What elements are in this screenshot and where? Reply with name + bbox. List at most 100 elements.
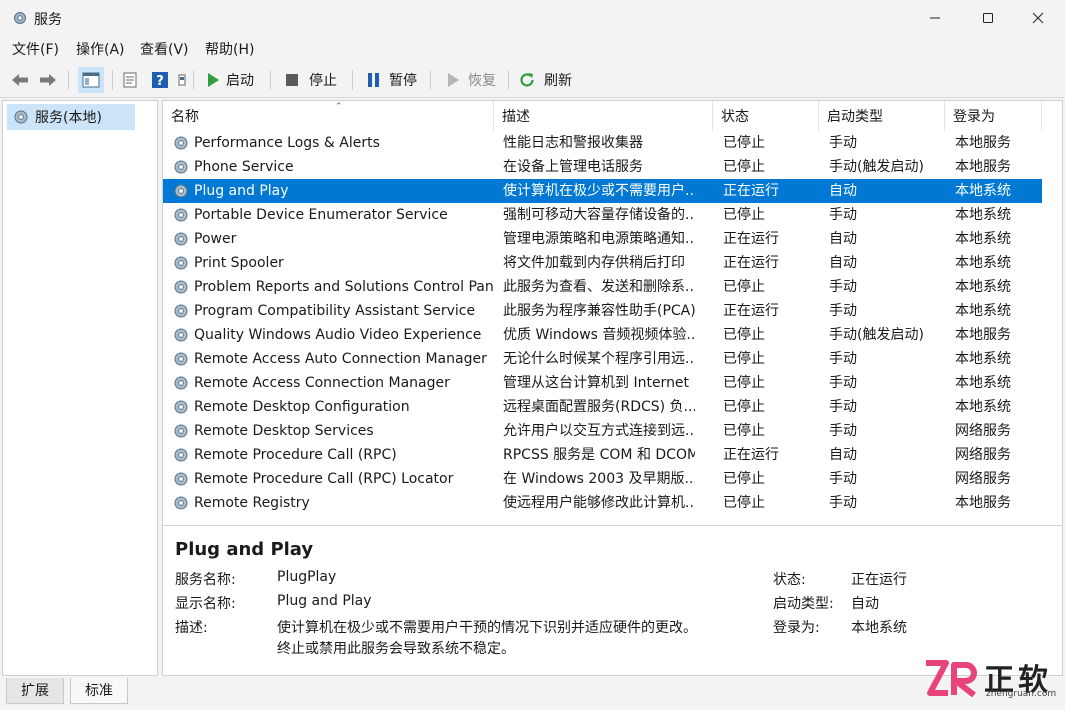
service-status-cell: 已停止 [723,351,765,367]
toolbar-separator [508,70,509,90]
help-button[interactable]: ? [152,62,168,98]
service-gear-icon [174,304,188,318]
pane-divider[interactable] [163,525,1062,526]
service-gear-icon [174,424,188,438]
service-gear-icon [174,136,188,150]
column-header-logon-as[interactable]: 登录为 [945,101,1042,131]
service-name-cell: Print Spooler [194,255,284,271]
toolbar-separator [112,70,113,90]
table-row[interactable]: Print Spooler 将文件加载到内存供稍后打印 正在运行 自动 本地系统 [163,251,1042,275]
table-row[interactable]: Remote Registry 使远程用户能够修改此计算机... 已停止 手动 本地服务 [163,491,1042,515]
column-header-name[interactable]: 名称 [163,101,494,131]
close-icon [1032,12,1044,24]
service-description-cell: RPCSS 服务是 COM 和 DCOM... [503,447,695,463]
table-row[interactable]: Remote Procedure Call (RPC) RPCSS 服务是 COM… [163,443,1042,467]
stop-label: 停止 [309,73,337,89]
service-name-cell: Performance Logs & Alerts [194,135,380,151]
service-status-cell: 已停止 [723,399,765,415]
startup-type-label: 启动类型: [773,596,834,612]
status-value: 正在运行 [851,572,907,588]
service-status-cell: 已停止 [723,327,765,343]
resume-icon [448,73,459,87]
service-gear-icon [174,184,188,198]
table-row[interactable]: Performance Logs & Alerts 性能日志和警报收集器 已停止 手动… [163,131,1042,155]
menu-action[interactable]: 操作(A) [76,39,125,59]
service-gear-icon [174,448,188,462]
service-startup-type-cell: 自动 [829,255,857,271]
zr-logo-icon [926,660,977,698]
service-logon-cell: 本地系统 [955,183,1011,199]
vertical-scrollbar[interactable] [1045,131,1059,523]
tree-item-services-local[interactable]: 服务(本地) [7,104,135,130]
menu-view[interactable]: 查看(V) [140,39,189,59]
table-row[interactable]: Phone Service 在设备上管理电话服务 已停止 手动(触发启动) 本地服务 [163,155,1042,179]
table-row[interactable]: Portable Device Enumerator Service 强制可移动大… [163,203,1042,227]
pause-button[interactable]: 暂停 [367,62,417,98]
table-row[interactable]: Plug and Play 使计算机在极少或不需要用户... 正在运行 自动 本地系统 [163,179,1042,203]
table-row[interactable]: Remote Access Connection Manager 管理从这台计算机… [163,371,1042,395]
service-status-cell: 已停止 [723,159,765,175]
service-logon-cell: 本地系统 [955,279,1011,295]
forward-button[interactable] [38,62,58,98]
service-gear-icon [174,400,188,414]
service-name-cell: Remote Desktop Services [194,423,374,439]
minimize-button[interactable] [908,0,962,36]
service-gear-icon [174,352,188,366]
service-logon-cell: 本地系统 [955,375,1011,391]
forward-arrow-icon [40,74,56,86]
properties-icon [123,72,137,88]
refresh-button[interactable]: 刷新 [518,62,572,98]
title-bar: 服务 [0,0,1065,36]
service-logon-cell: 本地服务 [955,159,1011,175]
refresh-label: 刷新 [544,73,572,89]
service-name-cell: Problem Reports and Solutions Control Pa… [194,279,494,295]
service-logon-cell: 本地系统 [955,303,1011,319]
maximize-button[interactable] [961,0,1015,36]
table-row[interactable]: Program Compatibility Assistant Service 此… [163,299,1042,323]
description-label: 描述: [175,620,208,636]
tab-extended[interactable]: 扩展 [6,678,64,704]
back-button[interactable] [10,62,30,98]
pane-toggle-button[interactable] [178,62,186,98]
logon-as-value: 本地系统 [851,620,907,636]
service-name-cell: Remote Procedure Call (RPC) [194,447,397,463]
service-status-cell: 正在运行 [723,255,779,271]
table-row[interactable]: Remote Desktop Services 允许用户以交互方式连接到远... 已… [163,419,1042,443]
service-gear-icon [174,208,188,222]
column-header-startup-type[interactable]: 启动类型 [819,101,945,131]
startup-type-value: 自动 [851,596,879,612]
service-name-cell: Remote Registry [194,495,310,511]
start-button[interactable]: 启动 [206,62,254,98]
table-row[interactable]: Remote Procedure Call (RPC) Locator 在 Win… [163,467,1042,491]
console-tree-icon [82,72,100,88]
toolbar-separator [193,70,194,90]
show-hide-tree-button[interactable] [78,67,104,93]
menu-file[interactable]: 文件(F) [12,39,59,59]
table-row[interactable]: Problem Reports and Solutions Control Pa… [163,275,1042,299]
refresh-icon [520,73,534,87]
column-header-status[interactable]: 状态 [713,101,819,131]
table-row[interactable]: Quality Windows Audio Video Experience 优质… [163,323,1042,347]
table-row[interactable]: Remote Access Auto Connection Manager 无论什… [163,347,1042,371]
service-logon-cell: 本地服务 [955,327,1011,343]
table-row[interactable]: Power 管理电源策略和电源策略通知... 正在运行 自动 本地系统 [163,227,1042,251]
service-startup-type-cell: 手动 [829,207,857,223]
properties-button[interactable] [122,62,138,98]
table-row[interactable]: Remote Desktop Configuration 远程桌面配置服务(RDC… [163,395,1042,419]
resume-button[interactable]: 恢复 [446,62,496,98]
service-status-cell: 正在运行 [723,231,779,247]
stop-button[interactable]: 停止 [285,62,337,98]
watermark-logo: 正软 zhengruan.com [922,655,1062,707]
logon-as-label: 登录为: [773,620,820,636]
column-header-description[interactable]: 描述 [494,101,713,131]
tab-standard[interactable]: 标准 [70,678,128,704]
service-logon-cell: 本地服务 [955,135,1011,151]
service-name-cell: Plug and Play [194,183,289,199]
menu-help[interactable]: 帮助(H) [205,39,254,59]
service-description-cell: 在 Windows 2003 及早期版... [503,471,695,487]
close-button[interactable] [1011,0,1065,36]
minimize-icon [930,17,940,19]
help-icon: ? [152,72,168,88]
toolbar: ? 启动 停止 暂停 恢复 刷新 [0,62,1065,98]
pane-icon [178,74,186,86]
